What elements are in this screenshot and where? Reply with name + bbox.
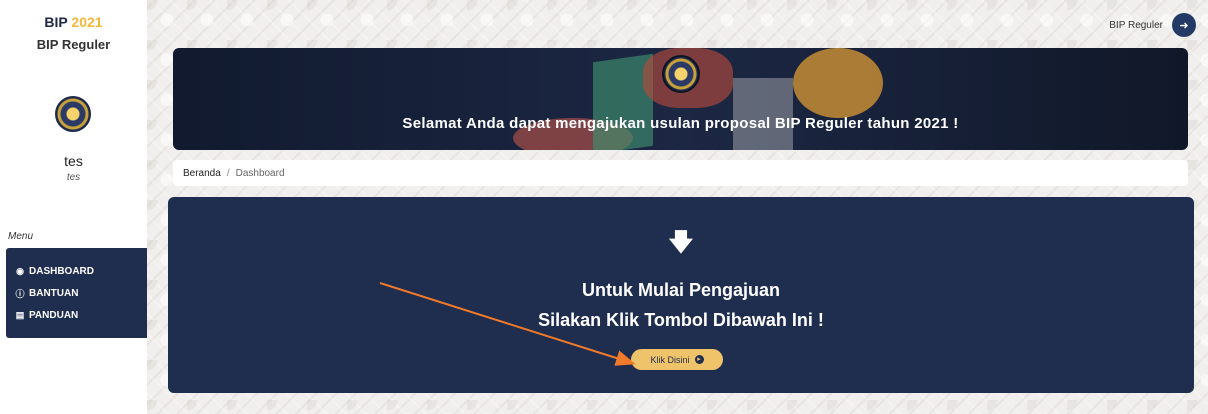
- sidebar: BIP 2021 BIP Reguler tes tes Menu ◉ DASH…: [0, 0, 147, 414]
- banner-illustration-shape: [733, 78, 793, 150]
- arrow-down-icon: 🡇: [668, 229, 694, 256]
- chevron-right-icon: ▸: [694, 355, 704, 364]
- cta-card: 🡇 Untuk Mulai Pengajuan Silakan Klik Tom…: [168, 197, 1194, 393]
- sidebar-item-dashboard[interactable]: ◉ DASHBOARD: [6, 260, 147, 282]
- logout-button[interactable]: ➜: [1172, 13, 1196, 37]
- user-subtitle: tes: [66, 172, 81, 183]
- breadcrumb-current: Dashboard: [235, 167, 285, 179]
- banner-illustration-shape: [793, 48, 883, 118]
- sidebar-item-panduan[interactable]: ▤ PANDUAN: [6, 304, 147, 326]
- breadcrumb-home[interactable]: Beranda: [183, 168, 221, 179]
- sidebar-item-label: PANDUAN: [29, 309, 79, 321]
- brand-title: BIP 2021: [0, 14, 147, 30]
- banner-logo: [662, 55, 700, 93]
- logout-icon: ➜: [1179, 19, 1189, 32]
- user-name: tes: [64, 153, 83, 169]
- brand-year: 2021: [71, 14, 103, 30]
- brand-subtitle: BIP Reguler: [36, 37, 111, 52]
- cta-subheading: Silakan Klik Tombol Dibawah Ini !: [538, 310, 824, 330]
- book-icon: ▤: [15, 309, 25, 320]
- breadcrumb-separator: /: [226, 167, 230, 179]
- sidebar-item-label: BANTUAN: [29, 287, 79, 299]
- brand-name: BIP: [44, 14, 68, 30]
- welcome-banner: Selamat Anda dapat mengajukan usulan pro…: [173, 48, 1188, 150]
- dashboard-icon: ◉: [16, 265, 24, 276]
- topbar-user-label[interactable]: BIP Reguler: [1109, 20, 1163, 31]
- cta-heading: Untuk Mulai Pengajuan: [581, 280, 781, 300]
- start-submission-button[interactable]: Klik Disini ▸: [631, 349, 723, 370]
- main-content: BIP Reguler ➜ Selamat Anda dapat mengaju…: [147, 0, 1208, 414]
- menu-label: Menu: [8, 231, 34, 242]
- sidebar-menu: ◉ DASHBOARD ⓘ BANTUAN ▤ PANDUAN: [6, 248, 147, 338]
- banner-text: Selamat Anda dapat mengajukan usulan pro…: [402, 115, 959, 132]
- cta-button-label: Klik Disini: [650, 354, 690, 365]
- breadcrumb: Beranda / Dashboard: [173, 160, 1188, 186]
- sidebar-item-label: DASHBOARD: [29, 265, 94, 277]
- help-icon: ⓘ: [15, 288, 25, 299]
- avatar: [55, 96, 91, 132]
- sidebar-item-bantuan[interactable]: ⓘ BANTUAN: [6, 282, 147, 304]
